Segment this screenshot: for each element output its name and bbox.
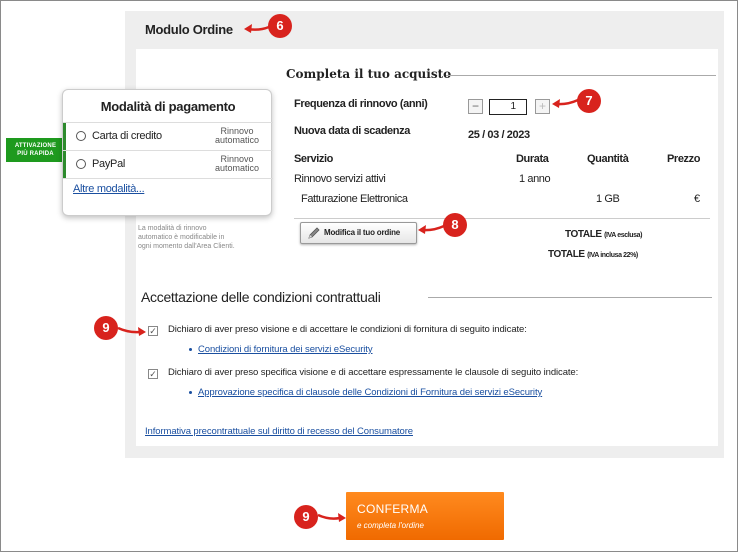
table-header-quantity: Quantità (587, 153, 629, 165)
payment-methods-title: Modalità di pagamento (100, 99, 236, 114)
renewal-years-input[interactable]: 1 (489, 99, 527, 115)
arrow-right-icon (317, 513, 346, 522)
table-row-price: € (694, 193, 700, 205)
payment-option-credit-card[interactable]: Carta di credito Rinnovo automatico (63, 122, 273, 150)
expiry-date-value: 25 / 03 / 2023 (468, 129, 530, 141)
fast-activation-badge: ATTIVAZIONE PIÙ RAPIDA (6, 138, 65, 162)
withdrawal-info-link[interactable]: Informativa precontrattuale sul diritto … (145, 426, 413, 437)
confirm-order-button[interactable]: CONFERMA e completa l'ordine (346, 492, 504, 540)
clauses-checkbox[interactable]: ✓ (148, 369, 158, 379)
modify-order-button[interactable]: Modifica il tuo ordine (300, 222, 417, 244)
payment-option-label: Carta di credito (92, 130, 162, 142)
table-row-quantity: 1 GB (596, 193, 620, 205)
auto-renew-label: Rinnovo automatico (214, 126, 259, 145)
clauses-approval-link[interactable]: Approvazione specifica di clausole delle… (198, 387, 542, 398)
table-row-service: Rinnovo servizi attivi (294, 173, 386, 185)
purchase-section-title: Completa il tuo acquisto (286, 67, 452, 81)
total-excl-label: TOTALE (IVA esclusa) (565, 229, 643, 240)
arrow-right-icon (117, 326, 146, 336)
modify-order-label: Modifica il tuo ordine (324, 228, 401, 237)
arrow-left-icon (552, 98, 579, 108)
terms-section-title: Accettazione delle condizioni contrattua… (141, 289, 381, 305)
bullet-icon (189, 348, 192, 351)
auto-renew-label: Rinnovo automatico (214, 154, 259, 173)
annotation-marker: 7 (577, 89, 601, 113)
payment-more-row: Altre modalità... (63, 178, 273, 216)
option-highlight-bar (63, 151, 66, 178)
total-incl-label: TOTALE (IVA inclusa 22%) (548, 249, 638, 260)
terms-checkbox[interactable]: ✓ (148, 326, 158, 336)
renewal-frequency-label: Frequenza di rinnovo (anni) (294, 98, 428, 110)
table-header-price: Prezzo (667, 153, 701, 165)
confirm-sublabel: e completa l'ordine (357, 521, 424, 530)
bullet-icon (189, 391, 192, 394)
auto-renew-note: La modalità di rinnovo automatico è modi… (138, 225, 235, 250)
pencil-icon (308, 227, 320, 239)
payment-option-label: PayPal (92, 158, 126, 170)
annotation-marker: 6 (268, 14, 292, 38)
annotation-marker: 9 (94, 316, 118, 340)
arrow-left-icon (244, 24, 270, 33)
total-excl-note: (IVA esclusa) (604, 232, 643, 239)
terms-text: Dichiaro di aver preso visione e di acce… (168, 324, 527, 335)
section-divider (428, 297, 712, 298)
confirm-label: CONFERMA (357, 502, 429, 516)
option-highlight-bar (63, 123, 66, 150)
section-divider (446, 75, 716, 76)
annotation-marker: 8 (443, 213, 467, 237)
table-header-service: Servizio (294, 153, 333, 165)
annotation-marker: 9 (294, 505, 318, 529)
total-incl-note: (IVA inclusa 22%) (587, 252, 638, 259)
module-title: Modulo Ordine (145, 22, 233, 37)
more-payment-methods-link[interactable]: Altre modalità... (73, 183, 145, 195)
clauses-text: Dichiaro di aver preso specifica visione… (168, 367, 579, 378)
table-row-duration: 1 anno (519, 173, 551, 185)
payment-methods-card: Modalità di pagamento Carta di credito R… (62, 89, 273, 216)
radio-button[interactable] (76, 131, 86, 141)
payment-option-paypal[interactable]: PayPal Rinnovo automatico (63, 150, 273, 178)
increment-button[interactable]: + (535, 99, 550, 114)
supply-conditions-link[interactable]: Condizioni di fornitura dei servizi eSec… (198, 344, 373, 355)
table-row-service: Fatturazione Elettronica (301, 193, 408, 205)
radio-button[interactable] (76, 159, 86, 169)
expiry-date-label: Nuova data di scadenza (294, 125, 410, 137)
arrow-left-icon (418, 224, 445, 234)
table-divider (294, 218, 710, 219)
decrement-button[interactable]: − (468, 99, 483, 114)
table-header-duration: Durata (516, 153, 549, 165)
